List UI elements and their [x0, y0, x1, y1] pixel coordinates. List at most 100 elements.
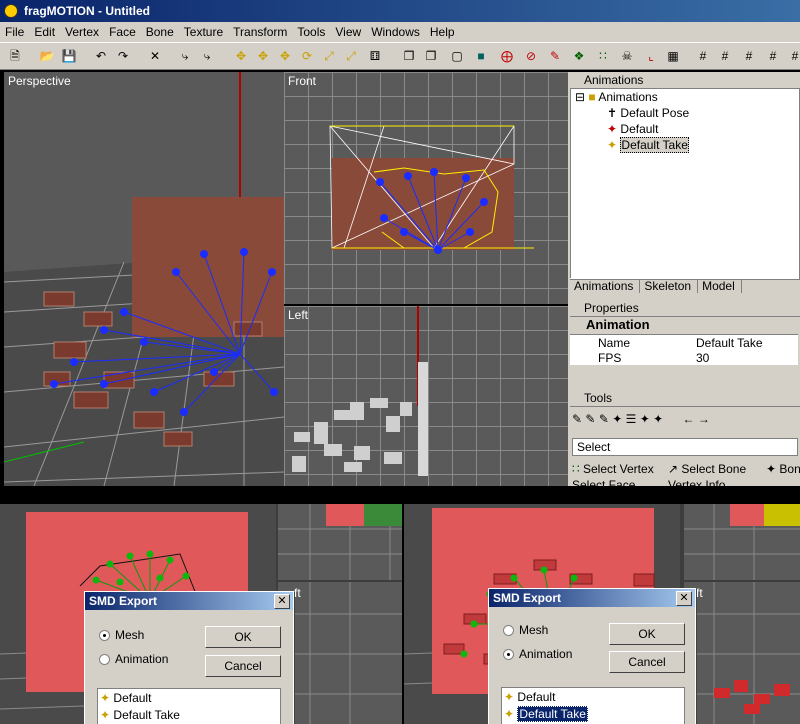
tree-item[interactable]: ✝ Default Pose — [571, 105, 799, 121]
front-scene — [329, 125, 534, 254]
no-icon[interactable]: ⊘ — [522, 47, 540, 65]
viewport-front[interactable]: Front — [284, 72, 568, 304]
menu-transform[interactable]: Transform — [228, 22, 292, 42]
grid-6-icon[interactable]: # — [786, 47, 800, 65]
tab-animations[interactable]: Animations — [570, 279, 641, 293]
undo-icon[interactable]: ↶ — [92, 47, 110, 65]
menu-help[interactable]: Help — [425, 22, 460, 42]
skull-icon[interactable]: ☠ — [618, 47, 636, 65]
animation-icon: ✦ — [100, 708, 111, 722]
bone-tool-icon[interactable]: ⤷ — [176, 47, 194, 65]
animation-radio[interactable] — [503, 649, 514, 660]
tree-item[interactable]: ✦ Default Take — [571, 137, 799, 153]
bone-tool-2-icon[interactable]: ⤷ — [198, 47, 216, 65]
properties-section: Animation — [586, 317, 650, 332]
vertex-icon[interactable]: ❖ — [570, 47, 588, 65]
right-dock: Animations ⊟ ■ Animations ✝ Default Pose… — [568, 72, 800, 492]
animation-icon: ✦ — [607, 138, 618, 152]
cancel-button[interactable]: Cancel — [609, 651, 685, 673]
rotate-icon[interactable]: ⟳ — [298, 47, 316, 65]
redo-icon[interactable]: ↷ — [114, 47, 132, 65]
menu-tools[interactable]: Tools — [292, 22, 330, 42]
tools-toolbar: ✎ ✎ ✎ ✦ ☰ ✦ ✦ ← → — [572, 412, 798, 430]
menu-windows[interactable]: Windows — [366, 22, 425, 42]
main-toolbar: 🗎 📂 💾 ↶ ↷ ✕ ⤷ ⤷ ✥ ✥ ✥ ⟳ ⤢ ⤢ ⚅ ❐ ❐ ▢ ■ ⨁ … — [0, 42, 800, 70]
window-title: fragMOTION - Untitled — [24, 4, 150, 18]
tool-2-icon[interactable]: ✎ — [585, 412, 595, 426]
grid-3-icon[interactable]: # — [716, 47, 734, 65]
points-icon[interactable]: ∷ — [594, 47, 612, 65]
perspective-label: Perspective — [8, 74, 71, 88]
grid-icon[interactable]: ▦ — [664, 47, 682, 65]
menu-edit[interactable]: Edit — [29, 22, 60, 42]
prop-key: FPS — [598, 351, 622, 365]
menu-bone[interactable]: Bone — [141, 22, 179, 42]
animation-icon: ✦ — [607, 122, 618, 136]
tool-select-vertex[interactable]: ∷ Select Vertex — [572, 462, 654, 476]
list-item[interactable]: ✦ Default — [504, 690, 555, 704]
tool-3-icon[interactable]: ✎ — [599, 412, 609, 426]
viewport-left[interactable]: Left — [284, 306, 568, 486]
grid-2-icon[interactable]: # — [694, 47, 712, 65]
tool-prev-icon[interactable]: ← — [683, 412, 695, 426]
mesh-radio[interactable] — [99, 630, 110, 641]
tool-7-icon[interactable]: ✦ — [653, 412, 663, 426]
window-icon[interactable]: ▢ — [448, 47, 466, 65]
close-icon[interactable]: ✕ — [676, 591, 692, 606]
ok-button[interactable]: OK — [205, 626, 281, 648]
prop-value[interactable]: 30 — [696, 351, 709, 365]
menu-texture[interactable]: Texture — [179, 22, 228, 42]
bottom-left-screenshot: ft SMD Export ✕ Mesh Animation OK Cancel… — [0, 504, 402, 724]
left-pane-label: ft — [294, 586, 301, 600]
list-item[interactable]: ✦ Default Take — [100, 708, 180, 722]
save-icon[interactable]: 💾 — [60, 47, 78, 65]
move-3-icon[interactable]: ✥ — [276, 47, 294, 65]
mesh-radio[interactable] — [503, 625, 514, 636]
move-2-icon[interactable]: ✥ — [254, 47, 272, 65]
tool-1-icon[interactable]: ✎ — [572, 412, 582, 426]
tool-bone[interactable]: ✦ Bon — [766, 462, 800, 476]
properties-panel: Properties Animation Name Default Take F… — [570, 300, 800, 384]
scale-3-icon[interactable]: ⚅ — [366, 47, 384, 65]
menu-file[interactable]: File — [0, 22, 29, 42]
paint-icon[interactable]: ✎ — [546, 47, 564, 65]
smd-export-dialog: SMD Export ✕ Mesh Animation OK Cancel ✦ … — [84, 591, 294, 724]
copy-icon[interactable]: ❐ — [400, 47, 418, 65]
tab-model[interactable]: Model — [698, 279, 742, 293]
tool-next-icon[interactable]: → — [698, 412, 710, 426]
tree-item[interactable]: ✦ Default — [571, 121, 799, 137]
cancel-button[interactable]: Cancel — [205, 655, 281, 677]
grid-5-icon[interactable]: # — [764, 47, 782, 65]
tool-5-icon[interactable]: ☰ — [626, 412, 637, 426]
list-item[interactable]: ✦ Default — [100, 691, 151, 705]
texture-icon[interactable]: ■ — [472, 47, 490, 65]
new-file-icon[interactable]: 🗎 — [6, 47, 24, 65]
perspective-scene — [4, 72, 284, 486]
scale-2-icon[interactable]: ⤢ — [342, 47, 360, 65]
select-field[interactable]: Select — [572, 438, 798, 456]
ok-button[interactable]: OK — [609, 623, 685, 645]
tab-skeleton[interactable]: Skeleton — [640, 279, 699, 293]
tool-4-icon[interactable]: ✦ — [612, 412, 622, 426]
menu-vertex[interactable]: Vertex — [60, 22, 104, 42]
grid-4-icon[interactable]: # — [740, 47, 758, 65]
delete-icon[interactable]: ✕ — [146, 47, 164, 65]
scale-icon[interactable]: ⤢ — [320, 47, 338, 65]
tool-select-bone[interactable]: ↗ Select Bone — [668, 462, 746, 476]
tree-collapse-icon[interactable]: ⊟ — [575, 90, 585, 104]
menu-face[interactable]: Face — [104, 22, 141, 42]
open-folder-icon[interactable]: 📂 — [38, 47, 56, 65]
list-item-selected[interactable]: ✦ Default Take — [504, 706, 588, 722]
menu-view[interactable]: View — [330, 22, 366, 42]
target-icon[interactable]: ⨁ — [498, 47, 516, 65]
tree-root[interactable]: ⊟ ■ Animations — [571, 89, 799, 105]
close-icon[interactable]: ✕ — [274, 594, 290, 609]
paste-icon[interactable]: ❐ — [422, 47, 440, 65]
prop-value[interactable]: Default Take — [696, 336, 763, 350]
move-icon[interactable]: ✥ — [232, 47, 250, 65]
axes-icon[interactable]: ⌞ — [642, 47, 660, 65]
viewport-perspective[interactable]: Perspective — [4, 72, 284, 486]
tool-6-icon[interactable]: ✦ — [640, 412, 650, 426]
folder-icon: ■ — [588, 90, 596, 104]
animation-radio[interactable] — [99, 654, 110, 665]
